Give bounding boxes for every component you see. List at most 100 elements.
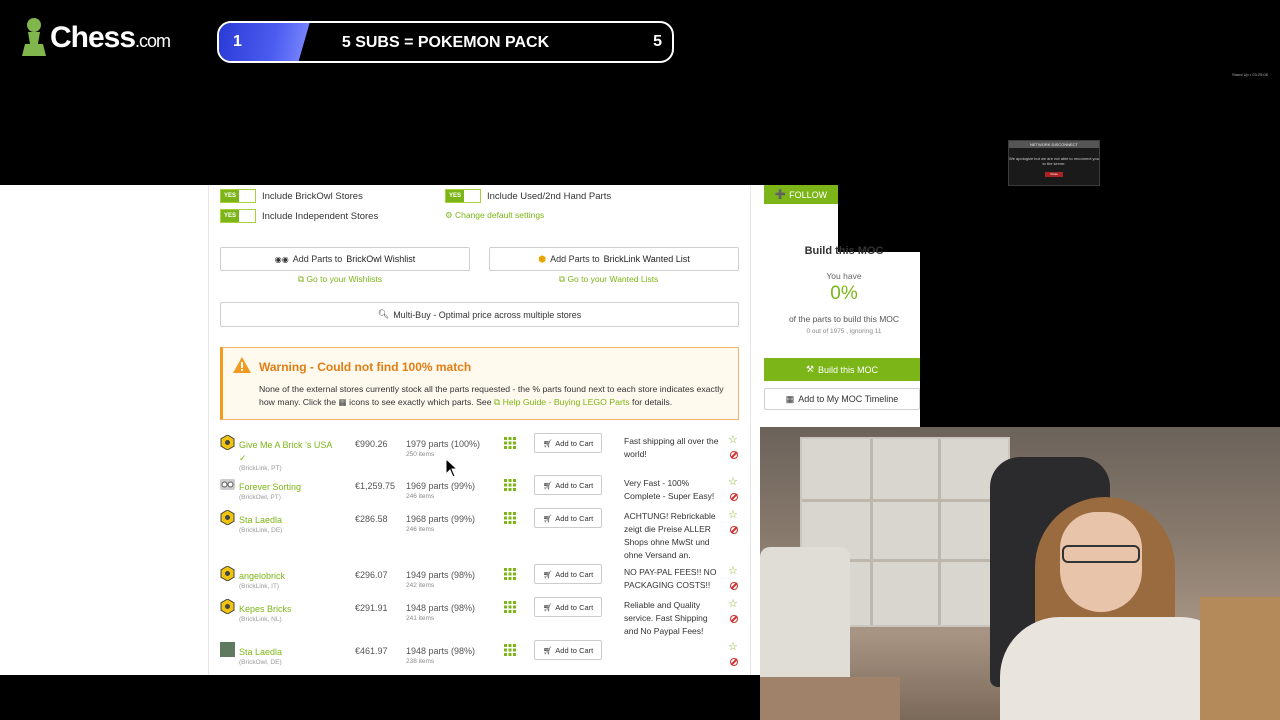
go-to-wanted-lists-link[interactable]: ⧉ Go to your Wanted Lists (559, 274, 658, 285)
grid-icon[interactable] (504, 568, 516, 580)
add-to-cart-button[interactable]: 🛒︎ Add to Cart (534, 640, 602, 660)
go-to-wishlists-link[interactable]: ⧉ Go to your Wishlists (298, 274, 382, 285)
build-moc-title: Build this MOC (804, 245, 884, 257)
toggle-independent-stores[interactable]: YES (220, 209, 256, 223)
store-note: ACHTUNG! Rebrickable zeigt die Preise AL… (624, 511, 716, 560)
block-store-icon[interactable] (730, 451, 738, 459)
store-price: €291.91 (355, 603, 388, 613)
warning-box: Warning - Could not find 100% match None… (220, 347, 739, 420)
grid-icon: ▦ (338, 397, 347, 407)
store-name[interactable]: angelobrick (239, 570, 339, 583)
star-icon[interactable]: ☆ (728, 508, 738, 521)
help-guide-link[interactable]: ⧉ Help Guide - Buying LEGO Parts (494, 397, 630, 407)
store-source: (BrickOwl, DE) (239, 659, 282, 666)
star-icon[interactable]: ☆ (728, 433, 738, 446)
store-source: (BrickLink, DE) (239, 527, 283, 534)
multi-buy-button[interactable]: 🔍︎ Multi-Buy - Optimal price across mult… (220, 302, 739, 327)
hammer-icon: ⚒ (805, 364, 815, 374)
owl-icon: ◉◉ (274, 254, 289, 264)
bricklink-icon (220, 435, 235, 450)
calendar-icon: ▦ (785, 393, 795, 404)
brickowl-icon (220, 479, 235, 490)
search-icon: 🔍︎ (377, 309, 390, 319)
add-to-cart-button[interactable]: 🛒︎ Add to Cart (534, 475, 602, 495)
store-source: (BrickLink, PT) (239, 465, 282, 472)
corner-status-text: Stand Up • 03:25:08 (1232, 72, 1268, 77)
warning-icon (233, 357, 251, 373)
toggle-used-parts[interactable]: YES (445, 189, 481, 203)
store-price: €461.97 (355, 646, 388, 656)
store-parts: 1968 parts (99%) (406, 514, 476, 524)
chess-com-logo: Chess.com (20, 16, 171, 60)
add-moc-timeline-button[interactable]: ▦ Add to My MOC Timeline (764, 388, 920, 410)
star-icon[interactable]: ☆ (728, 597, 738, 610)
store-row: Kepes Bricks (BrickLink, NL) €291.91 1948 p… (220, 597, 740, 643)
add-to-cart-button[interactable]: 🛒︎ Add to Cart (534, 508, 602, 528)
store-items: 246 items (406, 493, 435, 500)
add-to-cart-button[interactable]: 🛒︎ Add to Cart (534, 564, 602, 584)
bricklink-icon (220, 566, 235, 581)
warning-body: None of the external stores currently st… (259, 384, 724, 407)
grid-icon[interactable] (504, 479, 516, 491)
store-source: (BrickLink, NL) (239, 616, 282, 623)
block-store-icon[interactable] (730, 526, 738, 534)
mouse-cursor-icon (445, 458, 459, 478)
block-store-icon[interactable] (730, 615, 738, 623)
store-price: €1,259.75 (355, 481, 396, 491)
grid-icon[interactable] (504, 644, 516, 656)
store-source: (BrickLink, IT) (239, 583, 280, 590)
store-row: Sta Laedla (BrickOwl, DE) €461.97 1948 part… (220, 640, 740, 686)
block-store-icon[interactable] (730, 582, 738, 590)
store-items: 242 items (406, 582, 435, 589)
owned-percent: 0% (830, 283, 858, 304)
chess-brand: Chess.com (50, 21, 171, 54)
grid-icon[interactable] (504, 512, 516, 524)
star-icon[interactable]: ☆ (728, 475, 738, 488)
sub-goal-bar: 1 5 SUBS = POKEMON PACK 5 (217, 21, 674, 63)
build-moc-button[interactable]: ⚒ Build this MOC (764, 358, 920, 381)
option-independent-label: Include Independent Stores (262, 211, 379, 222)
webcam-feed (760, 427, 1280, 720)
option-used-label: Include Used/2nd Hand Parts (487, 191, 612, 202)
store-note: NO PAY-PAL FEES!! NO PACKAGING COSTS!! (624, 567, 717, 590)
store-parts: 1969 parts (99%) (406, 481, 476, 491)
store-note: Fast shipping all over the world! (624, 436, 719, 459)
toggle-brickowl-stores[interactable]: YES (220, 189, 256, 203)
store-name[interactable]: Sta Laedla (239, 514, 339, 527)
popup-close-button[interactable]: Close (1045, 172, 1063, 177)
add-to-cart-button[interactable]: 🛒︎ Add to Cart (534, 597, 602, 617)
block-store-icon[interactable] (730, 493, 738, 501)
add-to-cart-button[interactable]: 🛒︎ Add to Cart (534, 433, 602, 453)
disconnect-popup: NETWORK DISCONNECT We apologize but we a… (1008, 140, 1100, 186)
cart-icon: 🛒︎ (542, 602, 553, 612)
follow-button[interactable]: ➕ FOLLOW (764, 185, 838, 204)
store-items: 238 items (406, 658, 435, 665)
bricklink-icon (220, 510, 235, 525)
store-price: €990.26 (355, 439, 388, 449)
store-name[interactable]: Forever Sorting (239, 481, 339, 494)
cart-icon: 🛒︎ (542, 438, 553, 448)
star-icon[interactable]: ☆ (728, 640, 738, 653)
store-parts: 1948 parts (98%) (406, 646, 476, 656)
of-parts-label: of the parts to build this MOC (788, 314, 900, 324)
grid-icon[interactable] (504, 437, 516, 449)
block-store-icon[interactable] (730, 658, 738, 666)
cart-icon: 🛒︎ (542, 569, 553, 579)
add-bricklink-wanted-button[interactable]: ⬢ Add Parts to BrickLink Wanted List (489, 247, 739, 271)
parts-count-detail: 0 out of 1975 , ignoring 11 (806, 328, 882, 335)
grid-icon[interactable] (504, 601, 516, 613)
follow-icon: ➕ (774, 189, 787, 199)
add-brickowl-wishlist-button[interactable]: ◉◉ Add Parts to BrickOwl Wishlist (220, 247, 470, 271)
store-name[interactable]: Kepes Bricks (239, 603, 339, 616)
bricklink-icon (220, 599, 235, 614)
popup-text: We apologize but we are not able to reco… (1009, 156, 1099, 166)
store-items: 250 items (406, 451, 435, 458)
star-icon[interactable]: ☆ (728, 564, 738, 577)
cart-icon: 🛒︎ (542, 645, 553, 655)
store-parts: 1949 parts (98%) (406, 570, 476, 580)
warning-title: Warning - Could not find 100% match (259, 360, 472, 374)
change-defaults-link[interactable]: ⚙ Change default settings (445, 210, 544, 221)
store-name[interactable]: Give Me A Brick ’s USA ✓ (239, 439, 339, 465)
pawn-icon (22, 18, 46, 56)
store-name[interactable]: Sta Laedla (239, 646, 339, 659)
